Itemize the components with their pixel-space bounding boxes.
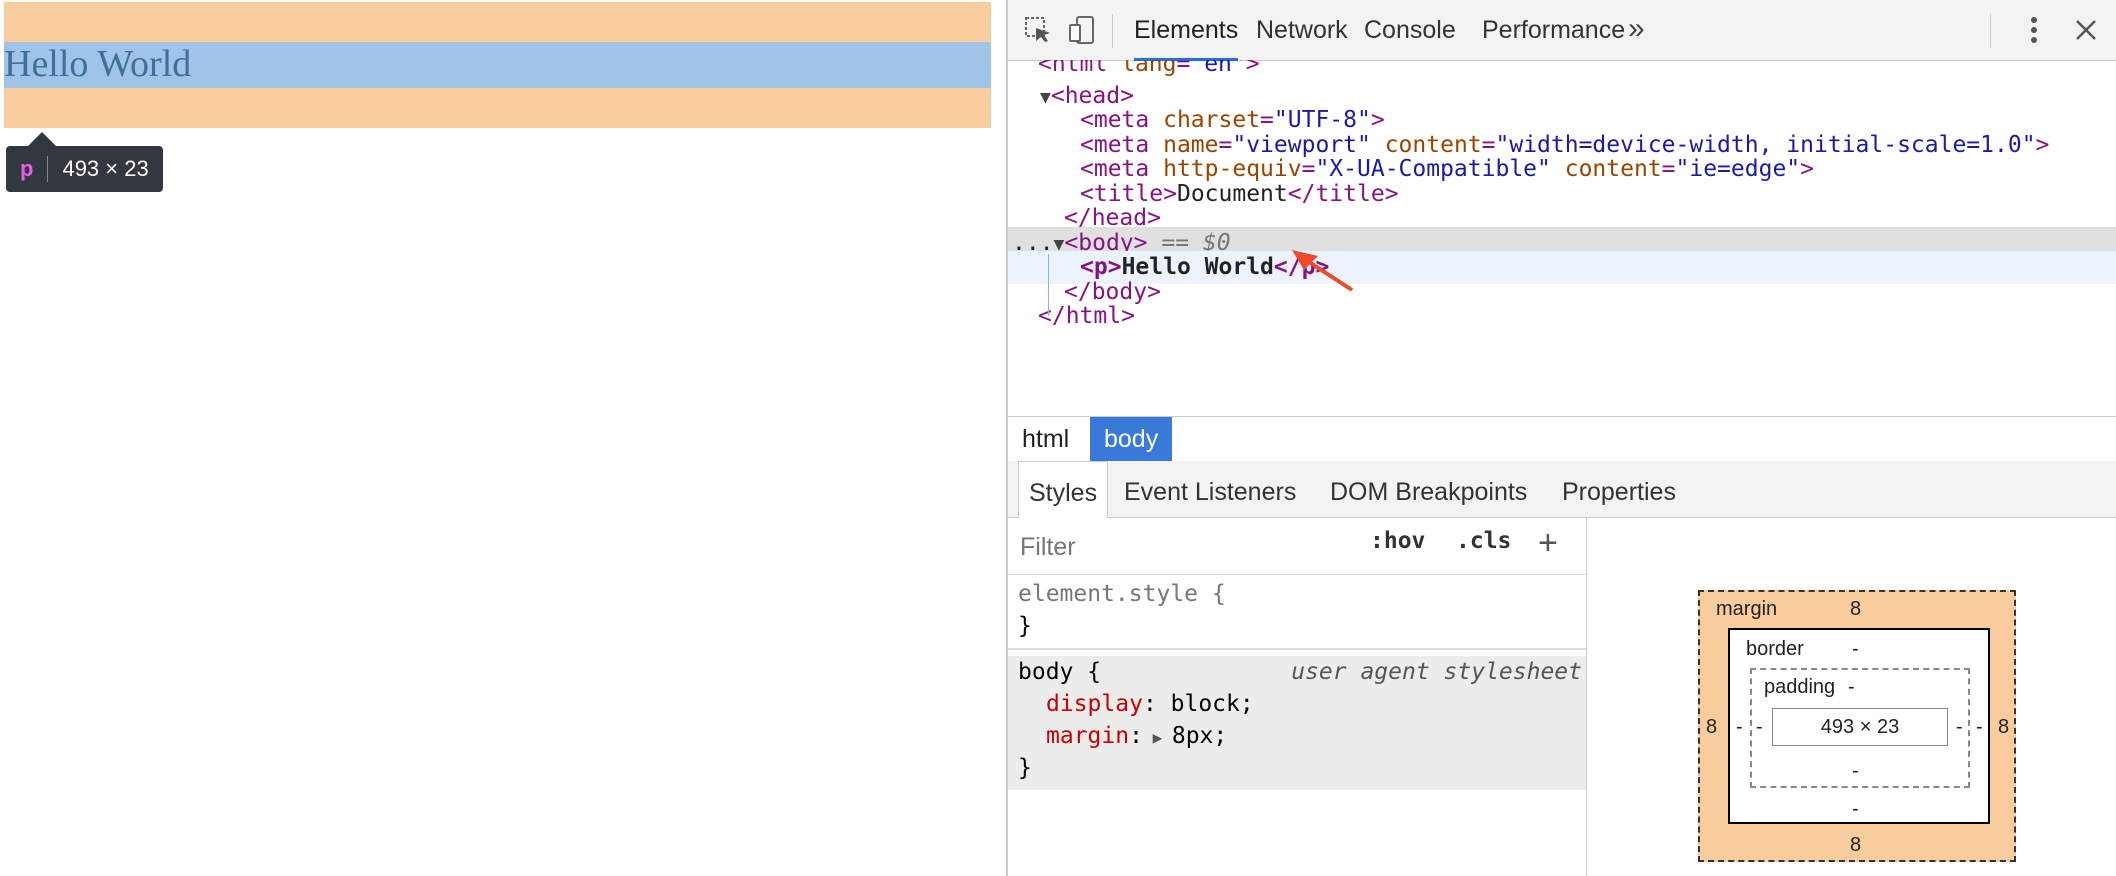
element-style-rule: element.style { } xyxy=(1018,581,1226,639)
toolbar-separator xyxy=(1112,14,1113,48)
tab-elements[interactable]: Elements xyxy=(1134,0,1239,61)
inspect-element-icon[interactable] xyxy=(1022,14,1054,46)
hello-world-paragraph[interactable]: Hello World xyxy=(4,44,191,84)
tooltip-dimensions: 493 × 23 xyxy=(62,156,149,181)
styles-filter-input[interactable] xyxy=(1018,528,1352,566)
dom-tree: <html lang="en"> ▼<head> <meta charset="… xyxy=(1008,60,2116,416)
box-model-margin[interactable]: margin 8 8 8 8 border - - - - padding - … xyxy=(1698,590,2016,862)
device-toolbar-icon[interactable] xyxy=(1066,14,1098,46)
page-preview: Hello World p 493 × 23 xyxy=(0,0,1006,876)
devtools-toolbar: Elements Network Console Performance » xyxy=(1008,0,2116,61)
dom-line-html-open[interactable]: <html lang="en"> xyxy=(1008,60,2116,81)
new-style-rule-button[interactable]: + xyxy=(1538,524,1558,563)
element-tooltip: p 493 × 23 xyxy=(6,132,163,192)
kebab-menu-icon[interactable] xyxy=(2018,14,2050,46)
style-prop-name[interactable]: margin xyxy=(1046,723,1129,749)
close-icon[interactable] xyxy=(2070,14,2102,46)
body-style-rule: body {user agent stylesheet display: blo… xyxy=(1008,656,1586,790)
tab-performance[interactable]: Performance xyxy=(1482,0,1625,58)
box-model-border[interactable]: border - - - - padding - - - - 493 × 23 xyxy=(1728,628,1990,824)
tab-properties[interactable]: Properties xyxy=(1562,461,1676,517)
style-prop-value[interactable]: 8px; xyxy=(1172,723,1227,749)
hov-toggle[interactable]: :hov xyxy=(1370,528,1425,554)
user-agent-stylesheet-label: user agent stylesheet xyxy=(1291,659,1582,685)
devtools-panel: Elements Network Console Performance » <… xyxy=(1006,0,2116,876)
style-prop-name[interactable]: display xyxy=(1046,691,1143,717)
style-prop-value[interactable]: block; xyxy=(1171,691,1254,717)
body-selector[interactable]: body { xyxy=(1018,659,1101,685)
box-model-pane: margin 8 8 8 8 border - - - - padding - … xyxy=(1588,518,2116,876)
dom-line-html-close[interactable]: </html> xyxy=(1008,300,2116,333)
tooltip-tag: p xyxy=(20,156,49,182)
cls-toggle[interactable]: .cls xyxy=(1456,528,1511,554)
element-style-selector[interactable]: element.style { xyxy=(1018,581,1226,607)
tab-console[interactable]: Console xyxy=(1364,0,1456,58)
margin-highlight-top xyxy=(4,2,991,42)
toolbar-separator xyxy=(1990,14,1991,48)
tab-styles[interactable]: Styles xyxy=(1018,461,1109,518)
breadcrumb: html body xyxy=(1008,416,2116,462)
breadcrumb-body[interactable]: body xyxy=(1090,417,1173,461)
tab-event-listeners[interactable]: Event Listeners xyxy=(1124,461,1296,517)
box-model-content[interactable]: 493 × 23 xyxy=(1772,708,1948,746)
styles-pane: :hov .cls + element.style { } body { user… xyxy=(1008,518,1587,876)
more-tabs-button[interactable]: » xyxy=(1628,0,1645,60)
box-model-padding[interactable]: padding - - - - 493 × 23 xyxy=(1750,668,1970,788)
indent-guide xyxy=(1048,254,1049,316)
tab-network[interactable]: Network xyxy=(1256,0,1348,58)
arrow-annotation-icon xyxy=(1292,250,1354,292)
margin-highlight-bottom xyxy=(4,88,991,128)
expand-triangle-icon[interactable]: ▶ xyxy=(1143,728,1172,747)
sidebar-tabs: Styles Event Listeners DOM Breakpoints P… xyxy=(1008,461,2116,518)
styles-filter-bar: :hov .cls + xyxy=(1008,518,1586,575)
tab-dom-breakpoints[interactable]: DOM Breakpoints xyxy=(1330,461,1527,517)
breadcrumb-html[interactable]: html xyxy=(1008,417,1083,461)
